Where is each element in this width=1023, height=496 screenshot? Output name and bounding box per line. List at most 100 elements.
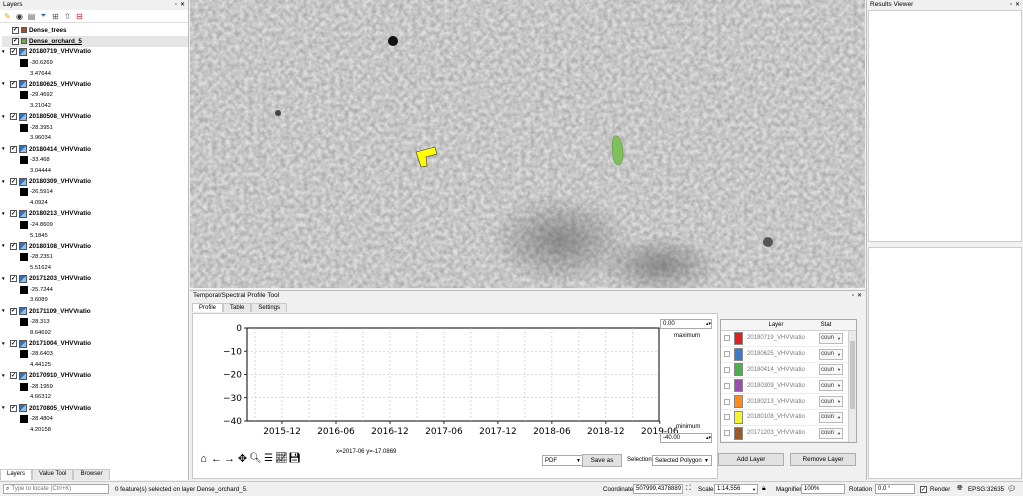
layer-tree-item[interactable]: ▾ ✓ 20171203_VHVVratio [2, 273, 188, 284]
column-header-stat[interactable]: Stat [811, 320, 841, 330]
layer-tree-item[interactable]: ▾ ✓ 20180108_VHVVratio [2, 241, 188, 252]
row-checkbox[interactable] [724, 430, 730, 437]
collapse-arrow-icon[interactable]: ▾ [2, 211, 8, 217]
visibility-checkbox[interactable]: ✓ [10, 275, 17, 283]
row-stat-select[interactable]: coun ▼ [819, 364, 843, 376]
toggle-extents-icon[interactable]: ⛶ [686, 485, 691, 493]
row-stat-select[interactable]: coun ▼ [819, 380, 843, 392]
forward-arrow-icon[interactable]: → [224, 453, 235, 465]
table-scrollbar[interactable] [848, 331, 856, 442]
table-row[interactable]: 20180213_VHVVratio coun ▼ [721, 394, 856, 410]
minimum-input[interactable]: -40.00 ▴▾ [660, 433, 712, 443]
float-icon[interactable]: ▫ [1010, 0, 1012, 10]
visibility-checkbox[interactable]: ✓ [10, 372, 17, 380]
selection-select[interactable]: Selected Polygon ▼ [652, 455, 712, 466]
layer-tree-item[interactable]: ✓ Dense_trees [2, 25, 188, 36]
layer-tree-item[interactable]: ✓ Dense_orchard_5 [2, 35, 188, 47]
collapse-arrow-icon[interactable]: ▾ [2, 276, 8, 282]
collapse-arrow-icon[interactable]: ▾ [2, 146, 8, 152]
home-icon[interactable]: ⌂ [198, 453, 209, 465]
collapse-arrow-icon[interactable]: ▾ [2, 243, 8, 249]
tab-settings[interactable]: Settings [251, 303, 288, 312]
visibility-checkbox[interactable]: ✓ [12, 26, 19, 34]
layer-tree-item[interactable]: ▾ ✓ 20170805_VHVVratio [2, 403, 188, 414]
row-color-swatch[interactable] [734, 331, 743, 345]
row-stat-select[interactable]: coun ▼ [819, 411, 843, 423]
layer-tree-item[interactable]: ▾ ✓ 20171109_VHVVratio [2, 306, 188, 317]
collapse-arrow-icon[interactable]: ▾ [2, 179, 8, 185]
maximum-input[interactable]: 0.00 ▴▾ [660, 319, 712, 329]
back-arrow-icon[interactable]: ← [211, 453, 222, 465]
collapse-arrow-icon[interactable]: ▾ [2, 405, 8, 411]
save-as-button[interactable]: Save as [582, 454, 622, 467]
row-color-swatch[interactable] [734, 379, 743, 393]
row-checkbox[interactable] [724, 335, 730, 342]
collapse-arrow-icon[interactable]: ▾ [2, 49, 8, 55]
row-checkbox[interactable] [724, 414, 730, 421]
table-row[interactable]: 20171203_VHVVratio coun ▼ [721, 426, 856, 442]
render-checkbox[interactable]: ✓ [920, 486, 927, 493]
zoom-icon[interactable]: 🔍︎ [249, 453, 262, 464]
row-color-swatch[interactable] [734, 363, 743, 377]
visibility-checkbox[interactable]: ✓ [10, 340, 17, 347]
profile-chart[interactable]: 0 −10 −20 −30 −40 2015-12 2016-06 2016-12 2017-0… [220, 324, 690, 449]
table-row[interactable]: 20180719_VHVVratio coun ▼ [721, 331, 856, 347]
visibility-checkbox[interactable]: ✓ [10, 404, 17, 412]
table-row[interactable]: 20180108_VHVVratio coun ▼ [721, 410, 856, 426]
filter-icon[interactable]: ⏷ [38, 11, 49, 22]
lock-scale-icon[interactable]: 🔒︎ [762, 485, 766, 493]
row-stat-select[interactable]: coun ▼ [819, 332, 843, 344]
collapse-arrow-icon[interactable]: ▾ [2, 341, 8, 347]
eye-icon[interactable]: ◉ [14, 11, 25, 22]
layer-tree-item[interactable]: ▾ ✓ 20180508_VHVVratio [2, 111, 188, 122]
tab-table[interactable]: Table [223, 303, 252, 312]
row-color-swatch[interactable] [734, 426, 743, 440]
coordinate-field[interactable]: 507999,4378889 [633, 484, 683, 494]
visibility-checkbox[interactable]: ✓ [10, 242, 17, 250]
row-checkbox[interactable] [724, 366, 730, 373]
row-checkbox[interactable] [724, 382, 730, 389]
visibility-checkbox[interactable]: ✓ [10, 210, 17, 218]
row-color-swatch[interactable] [734, 347, 743, 361]
layer-tree-item[interactable]: ▾ ✓ 20170910_VHVVratio [2, 371, 188, 382]
close-icon[interactable]: ✕ [1015, 0, 1020, 10]
subplots-icon[interactable]: ☰ [263, 453, 274, 464]
collapse-arrow-icon[interactable]: ▾ [2, 373, 8, 379]
close-icon[interactable]: ✕ [180, 0, 185, 10]
layer-tree-item[interactable]: ▾ ✓ 20180414_VHVVratio [2, 144, 188, 155]
remove-icon[interactable]: ⊟ [74, 11, 85, 22]
crs-label[interactable]: EPSG:32635 [968, 486, 1004, 493]
scale-field[interactable]: 1:14,556 ▼ [714, 484, 758, 494]
tab-browser[interactable]: Browser [73, 469, 110, 480]
row-stat-select[interactable]: coun ▼ [819, 427, 843, 439]
table-row[interactable]: 20180309_VHVVratio coun ▼ [721, 378, 856, 395]
layer-tree-item[interactable]: ▾ ✓ 20171004_VHVVratio [2, 338, 188, 349]
row-checkbox[interactable] [724, 351, 730, 358]
visibility-checkbox[interactable]: ✓ [12, 37, 19, 45]
rotation-field[interactable]: 0.0 ° [875, 484, 915, 494]
remove-layer-button[interactable]: Remove Layer [790, 453, 856, 466]
row-stat-select[interactable]: coun ▼ [819, 396, 843, 408]
row-color-swatch[interactable] [734, 395, 743, 409]
layer-tree-item[interactable]: ▾ ✓ 20180625_VHVVratio [2, 79, 188, 90]
add-layer-button[interactable]: Add Layer [718, 453, 784, 466]
layer-tree-item[interactable]: ▾ ✓ 20180213_VHVVratio [2, 209, 188, 220]
filter-legend-icon[interactable]: ▤ [26, 11, 37, 22]
globe-icon[interactable]: 🌐︎ [957, 485, 963, 493]
tab-value-tool[interactable]: Value Tool [32, 469, 74, 480]
save-figure-icon[interactable]: 💾︎ [288, 453, 301, 464]
scrollbar-thumb[interactable] [850, 341, 855, 409]
visibility-checkbox[interactable]: ✓ [10, 48, 17, 56]
float-icon[interactable]: ▫ [852, 291, 854, 301]
tab-profile[interactable]: Profile [192, 303, 224, 312]
visibility-checkbox[interactable]: ✓ [10, 307, 17, 315]
row-color-swatch[interactable] [734, 410, 743, 424]
messages-icon[interactable]: 💬︎ [1007, 485, 1016, 493]
visibility-checkbox[interactable]: ✓ [10, 113, 17, 121]
tab-layers[interactable]: Layers [0, 469, 33, 480]
expand-icon[interactable]: ⊞ [50, 11, 61, 22]
collapse-arrow-icon[interactable]: ▾ [2, 81, 8, 87]
layer-tree-item[interactable]: ▾ ✓ 20180719_VHVVratio [2, 47, 188, 58]
collapse-icon[interactable]: ⇧ [62, 11, 73, 22]
export-format-select[interactable]: PDF ▼ [542, 455, 584, 466]
